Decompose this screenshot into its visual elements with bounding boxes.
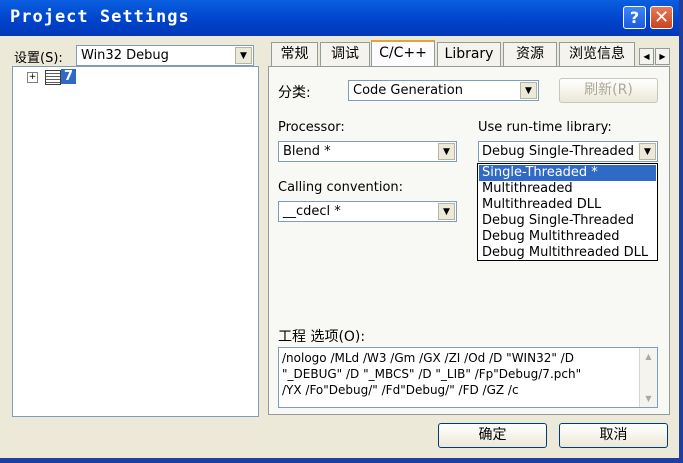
runtime-option[interactable]: Multithreaded DLL	[479, 197, 656, 213]
processor-value: Blend *	[283, 144, 331, 159]
tab-scroll-right-icon[interactable]: ▶	[655, 48, 670, 65]
settings-label: 设置(S):	[14, 51, 63, 66]
runtime-option[interactable]: Multithreaded	[479, 181, 656, 197]
category-value: Code Generation	[353, 83, 463, 98]
runtime-option[interactable]: Single-Threaded *	[479, 165, 656, 181]
runtime-label: Use run-time library:	[478, 120, 612, 135]
chevron-down-icon[interactable]: ▼	[235, 47, 252, 64]
runtime-option[interactable]: Debug Multithreaded	[479, 229, 656, 245]
tab-browse-info[interactable]: 浏览信息	[559, 42, 635, 66]
cancel-button[interactable]: 取消	[559, 423, 668, 448]
category-label: 分类:	[278, 85, 311, 101]
runtime-dropdown-list[interactable]: Single-Threaded * Multithreaded Multithr…	[477, 163, 658, 261]
calling-label: Calling convention:	[278, 180, 404, 195]
runtime-option[interactable]: Debug Single-Threaded	[479, 213, 656, 229]
processor-label: Processor:	[278, 120, 345, 135]
options-line: /nologo /MLd /W3 /Gm /GX /ZI /Od /D "WIN…	[282, 351, 574, 365]
tab-library[interactable]: Library	[437, 42, 501, 66]
tab-scroll-left-icon[interactable]: ◀	[639, 48, 654, 65]
ok-button[interactable]: 确定	[438, 423, 547, 448]
title-bar[interactable]: Project Settings ? ✕	[0, 0, 679, 36]
chevron-down-icon[interactable]: ▼	[639, 143, 656, 160]
project-tree[interactable]: + 7	[12, 66, 259, 417]
calling-combo[interactable]: __cdecl * ▼	[278, 201, 457, 222]
runtime-combo[interactable]: Debug Single-Threaded ▼	[478, 141, 658, 162]
vertical-scrollbar[interactable]: ▲ ▼	[639, 348, 657, 407]
settings-value: Win32 Debug	[81, 48, 169, 63]
tree-item-7[interactable]: 7	[61, 69, 77, 84]
chevron-down-icon[interactable]: ▼	[438, 143, 455, 160]
tab-general[interactable]: 常规	[271, 42, 318, 66]
scroll-up-icon[interactable]: ▲	[640, 348, 657, 365]
options-line: "_DEBUG" /D "_MBCS" /D "_LIB" /Fp"Debug/…	[282, 367, 582, 381]
tab-cpp[interactable]: C/C++	[371, 40, 435, 68]
reset-button[interactable]: 刷新(R)	[559, 78, 658, 103]
scroll-down-icon[interactable]: ▼	[640, 390, 657, 407]
tab-resources[interactable]: 资源	[503, 42, 557, 66]
calling-value: __cdecl *	[283, 204, 341, 219]
tab-debug[interactable]: 调试	[320, 42, 370, 66]
runtime-value: Debug Single-Threaded	[482, 144, 635, 159]
project-options-textbox[interactable]: /nologo /MLd /W3 /Gm /GX /ZI /Od /D "WIN…	[278, 347, 658, 408]
processor-combo[interactable]: Blend * ▼	[278, 141, 457, 162]
project-options-label: 工程 选项(O):	[278, 329, 366, 345]
expand-icon[interactable]: +	[27, 72, 38, 83]
close-button[interactable]: ✕	[650, 6, 673, 29]
category-combo[interactable]: Code Generation ▼	[348, 80, 539, 101]
project-options-text: /nologo /MLd /W3 /Gm /GX /ZI /Od /D "WIN…	[282, 350, 638, 398]
chevron-down-icon[interactable]: ▼	[438, 203, 455, 220]
project-icon	[45, 70, 61, 85]
options-line: /YX /Fo"Debug/" /Fd"Debug/" /FD /GZ /c	[282, 383, 519, 397]
runtime-option[interactable]: Debug Multithreaded DLL	[479, 245, 656, 261]
project-settings-dialog: Project Settings ? ✕ 设置(S): Win32 Debug …	[0, 0, 679, 458]
tab-scroller: ◀ ▶	[639, 48, 670, 65]
help-button[interactable]: ?	[623, 6, 646, 29]
chevron-down-icon[interactable]: ▼	[520, 82, 537, 99]
settings-combo[interactable]: Win32 Debug ▼	[76, 45, 254, 66]
window-title: Project Settings	[10, 7, 190, 27]
